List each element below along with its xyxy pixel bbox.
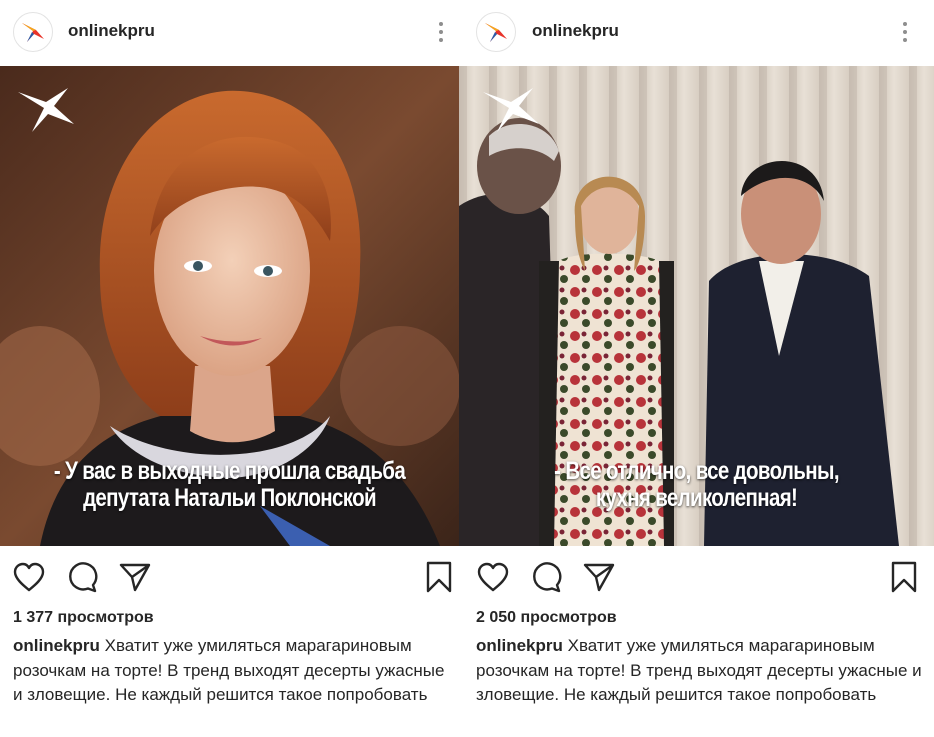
view-count[interactable]: 1 377 просмотров — [13, 609, 154, 627]
post-username[interactable]: onlinekpru — [532, 21, 619, 41]
view-count[interactable]: 2 050 просмотров — [476, 609, 617, 627]
post-header: onlinekpru — [0, 0, 459, 66]
image-overlay-text: - У вас в выходные прошла свадьба депута… — [41, 458, 417, 512]
brand-watermark-icon — [18, 88, 74, 132]
post-caption: onlinekpru Хватит уже умиляться марагари… — [476, 634, 926, 708]
post-image[interactable]: - У вас в выходные прошла свадьба депута… — [0, 66, 459, 546]
avatar[interactable] — [476, 12, 516, 52]
post-header: onlinekpru — [459, 0, 934, 66]
bookmark-icon[interactable] — [422, 560, 456, 594]
post-card-left: onlinekpru - У вас в выходные прошла сва… — [0, 0, 459, 737]
overlay-line-2: депутата Натальи Поклонской — [83, 484, 376, 512]
post-image[interactable]: - Все отлично, все довольны, кухня велик… — [459, 66, 934, 546]
caption-username[interactable]: onlinekpru — [13, 636, 100, 655]
brand-swallow-icon — [485, 23, 507, 42]
overlay-line-2: кухня великолепная! — [595, 484, 798, 512]
heart-icon[interactable] — [12, 560, 46, 594]
image-overlay-text: - Все отлично, все довольны, кухня велик… — [502, 458, 892, 512]
share-icon[interactable] — [118, 560, 152, 594]
more-options-icon[interactable] — [899, 18, 911, 46]
action-bar — [0, 556, 459, 596]
post-card-right: onlinekpru - Все отлично, все довольны, … — [459, 0, 934, 737]
overlay-line-1: - Все отлично, все довольны, — [554, 457, 839, 485]
share-icon[interactable] — [582, 560, 616, 594]
bookmark-icon[interactable] — [887, 560, 921, 594]
action-bar — [459, 556, 934, 596]
more-options-icon[interactable] — [435, 18, 447, 46]
heart-icon[interactable] — [476, 560, 510, 594]
comment-icon[interactable] — [529, 560, 563, 594]
post-caption: onlinekpru Хватит уже умиляться марагари… — [13, 634, 453, 708]
brand-watermark-icon — [483, 88, 539, 132]
caption-username[interactable]: onlinekpru — [476, 636, 563, 655]
overlay-line-1: - У вас в выходные прошла свадьба — [53, 457, 406, 485]
avatar[interactable] — [13, 12, 53, 52]
comment-icon[interactable] — [65, 560, 99, 594]
post-username[interactable]: onlinekpru — [68, 21, 155, 41]
brand-swallow-icon — [22, 23, 44, 42]
